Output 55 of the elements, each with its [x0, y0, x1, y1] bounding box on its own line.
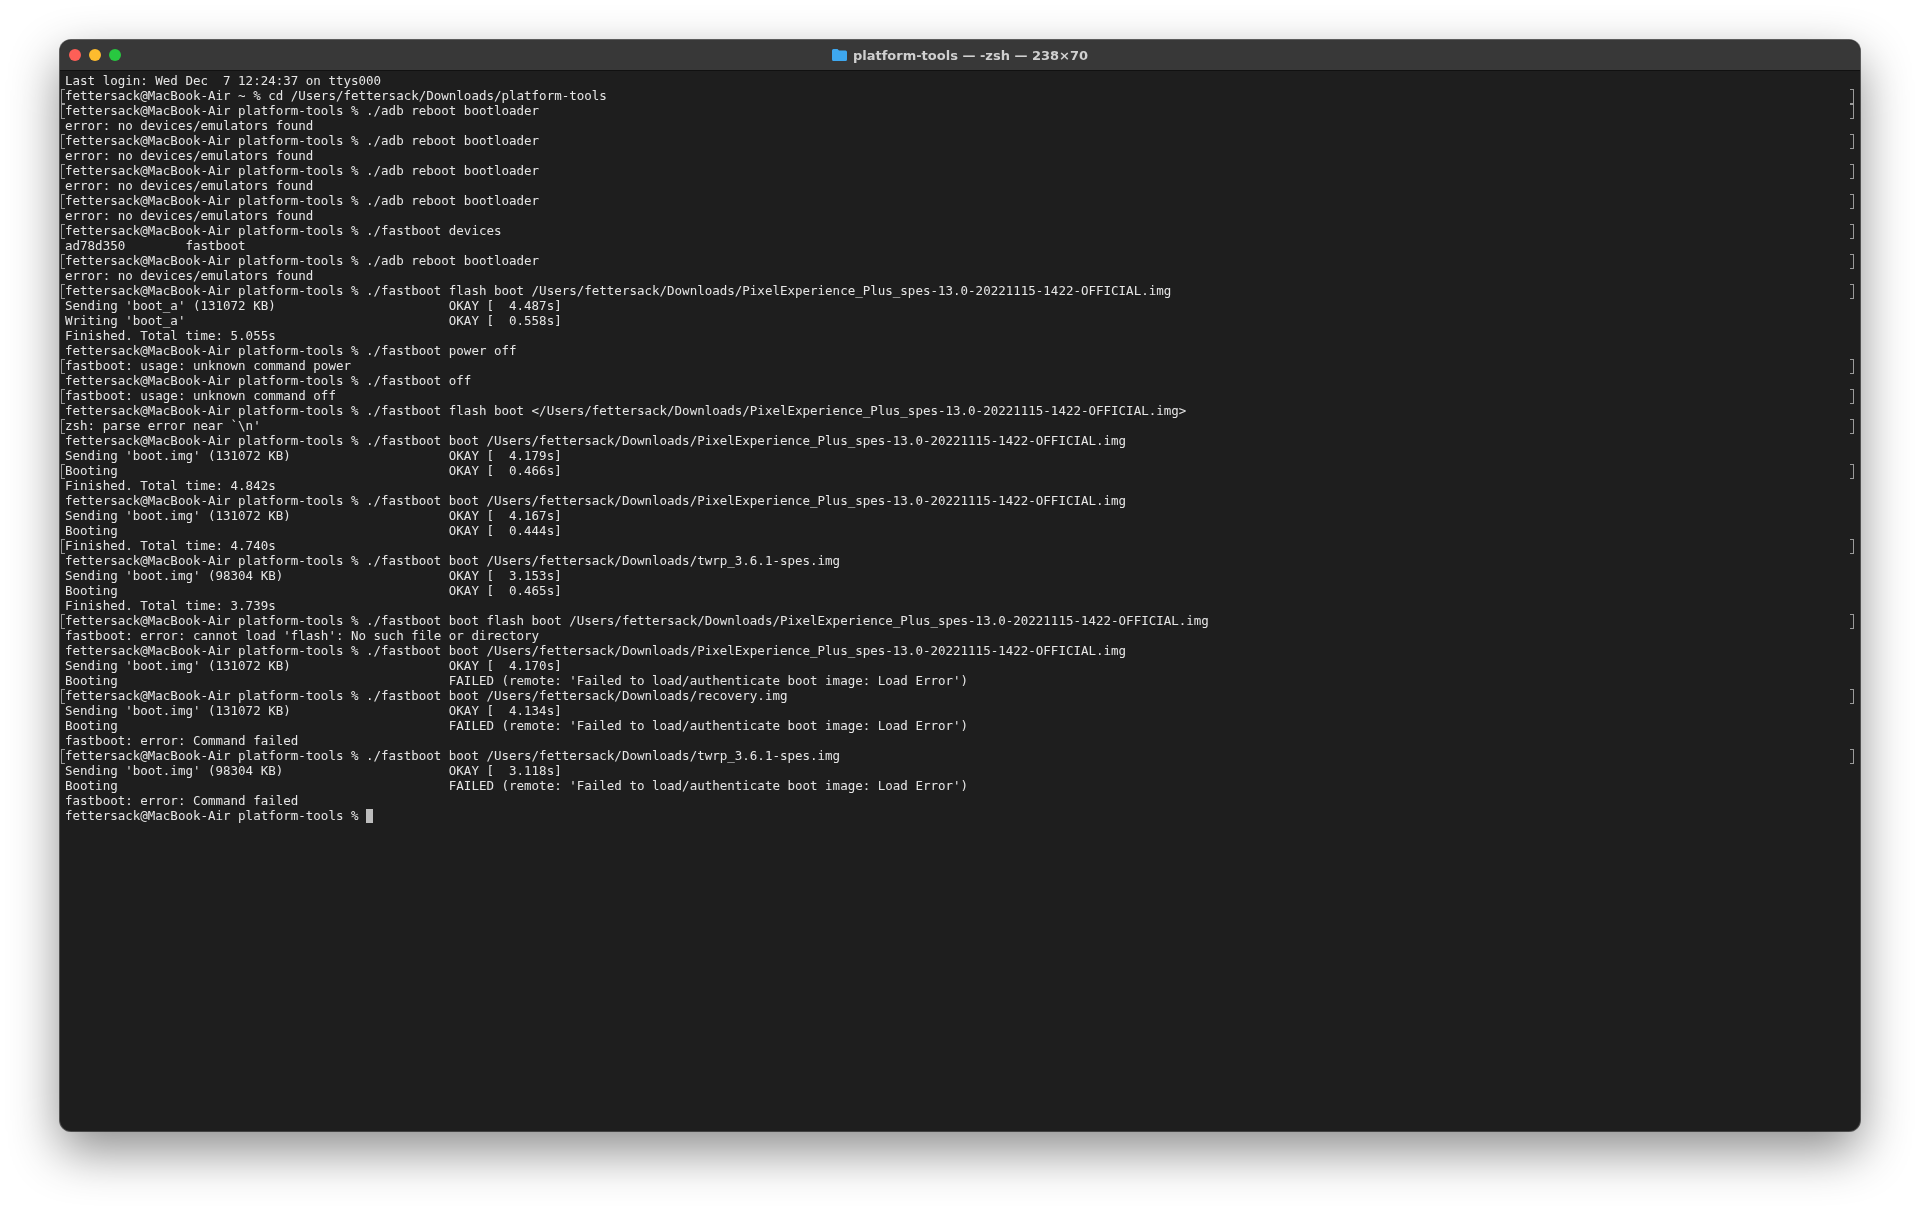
- terminal-line: error: no devices/emulators found: [65, 178, 314, 193]
- terminal-line: Sending 'boot.img' (131072 KB) OKAY [ 4.170s]: [65, 658, 562, 673]
- terminal-line: Finished. Total time: 4.842s: [65, 478, 276, 493]
- terminal-line: Booting FAILED (remote: 'Failed to load/authenticate boot image: Load Error'): [65, 673, 969, 688]
- terminal-line: fastboot: usage: unknown command power: [65, 358, 351, 373]
- terminal-line: fettersack@MacBook-Air platform-tools % ./fastboot boot /Users/fettersack/Downloads/PixelExperience_Plus_spes-13.0-20221115-1422-OFFICIAL.img: [65, 643, 1127, 658]
- terminal-line: Sending 'boot.img' (131072 KB) OKAY [ 4.167s]: [65, 508, 562, 523]
- terminal-line: fettersack@MacBook-Air platform-tools % ./fastboot boot flash boot /Users/fettersack/Downloads/PixelExperience_Plus_spes-13.0-20221115-1422-OFFICIAL.img: [65, 613, 1209, 628]
- terminal-line: fettersack@MacBook-Air platform-tools %: [65, 808, 360, 823]
- terminal-line: ad78d350 fastboot: [65, 238, 246, 253]
- terminal-line: fettersack@MacBook-Air platform-tools % ./fastboot flash boot /Users/fettersack/Downloads/PixelExperience_Plus_spes-13.0-20221115-1422-OFFICIAL.img: [65, 283, 1172, 298]
- terminal-line: Finished. Total time: 5.055s: [65, 328, 276, 343]
- terminal-line: fettersack@MacBook-Air platform-tools % ./fastboot boot /Users/fettersack/Downloads/PixelExperience_Plus_spes-13.0-20221115-1422-OFFICIAL.img: [65, 433, 1127, 448]
- terminal-line: Sending 'boot_a' (131072 KB) OKAY [ 4.487s]: [65, 298, 562, 313]
- terminal-line: fettersack@MacBook-Air platform-tools % ./adb reboot bootloader: [65, 133, 540, 148]
- terminal-line: Booting FAILED (remote: 'Failed to load/authenticate boot image: Load Error'): [65, 718, 969, 733]
- window-title: platform-tools — -zsh — 238×70: [852, 47, 1089, 63]
- terminal-line: Booting OKAY [ 0.465s]: [65, 583, 562, 598]
- zoom-button[interactable]: [109, 49, 121, 61]
- terminal-line: fastboot: error: Command failed: [65, 793, 299, 808]
- terminal-line: fastboot: usage: unknown command off: [65, 388, 336, 403]
- minimize-button[interactable]: [89, 49, 101, 61]
- terminal-line: fettersack@MacBook-Air platform-tools % ./fastboot power off: [65, 343, 517, 358]
- terminal-line: Last login: Wed Dec 7 12:24:37 on ttys000: [65, 73, 382, 88]
- terminal-line: fastboot: error: cannot load 'flash': No such file or directory: [65, 628, 540, 643]
- terminal-line: error: no devices/emulators found: [65, 268, 314, 283]
- terminal-line: Finished. Total time: 4.740s: [65, 538, 276, 553]
- terminal-line: fettersack@MacBook-Air platform-tools % ./fastboot boot /Users/fettersack/Downloads/twrp_3.6.1-spes.img: [65, 748, 841, 763]
- terminal-line: Writing 'boot_a' OKAY [ 0.558s]: [65, 313, 562, 328]
- terminal-line: fettersack@MacBook-Air platform-tools % ./fastboot devices: [65, 223, 502, 238]
- terminal-line: zsh: parse error near `\n': [65, 418, 261, 433]
- terminal-line: fettersack@MacBook-Air platform-tools % ./adb reboot bootloader: [65, 103, 540, 118]
- terminal-line: error: no devices/emulators found: [65, 148, 314, 163]
- terminal-line: fettersack@MacBook-Air platform-tools % ./fastboot boot /Users/fettersack/Downloads/PixelExperience_Plus_spes-13.0-20221115-1422-OFFICIAL.img: [65, 493, 1127, 508]
- terminal-line: fastboot: error: Command failed: [65, 733, 299, 748]
- terminal-line: fettersack@MacBook-Air platform-tools % ./adb reboot bootloader: [65, 253, 540, 268]
- close-button[interactable]: [69, 49, 81, 61]
- terminal-line: Sending 'boot.img' (131072 KB) OKAY [ 4.179s]: [65, 448, 562, 463]
- folder-icon: [831, 49, 847, 61]
- terminal-line: Booting OKAY [ 0.466s]: [65, 463, 562, 478]
- terminal-line: error: no devices/emulators found: [65, 208, 314, 223]
- terminal-line: fettersack@MacBook-Air platform-tools % ./adb reboot bootloader: [65, 163, 540, 178]
- terminal-line: Booting OKAY [ 0.444s]: [65, 523, 562, 538]
- terminal-line: error: no devices/emulators found: [65, 118, 314, 133]
- terminal-line: Finished. Total time: 3.739s: [65, 598, 276, 613]
- terminal-line: Booting FAILED (remote: 'Failed to load/authenticate boot image: Load Error'): [65, 778, 969, 793]
- terminal-line: fettersack@MacBook-Air platform-tools % ./fastboot boot /Users/fettersack/Downloads/twrp_3.6.1-spes.img: [65, 553, 841, 568]
- terminal-line: fettersack@MacBook-Air platform-tools % ./fastboot off: [65, 373, 472, 388]
- terminal-line: Sending 'boot.img' (98304 KB) OKAY [ 3.118s]: [65, 763, 562, 778]
- terminal-line: fettersack@MacBook-Air platform-tools % ./fastboot flash boot </Users/fettersack/Downloads/PixelExperience_Plus_spes-13.0-20221115-1422-OFFICIAL.img>: [65, 403, 1187, 418]
- terminal-line: Sending 'boot.img' (98304 KB) OKAY [ 3.153s]: [65, 568, 562, 583]
- terminal-line: fettersack@MacBook-Air platform-tools % ./adb reboot bootloader: [65, 193, 540, 208]
- terminal-line: fettersack@MacBook-Air ~ % cd /Users/fettersack/Downloads/platform-tools: [65, 88, 607, 103]
- terminal-line: fettersack@MacBook-Air platform-tools % ./fastboot boot /Users/fettersack/Downloads/recovery.img: [65, 688, 788, 703]
- terminal-line: Sending 'boot.img' (131072 KB) OKAY [ 4.134s]: [65, 703, 562, 718]
